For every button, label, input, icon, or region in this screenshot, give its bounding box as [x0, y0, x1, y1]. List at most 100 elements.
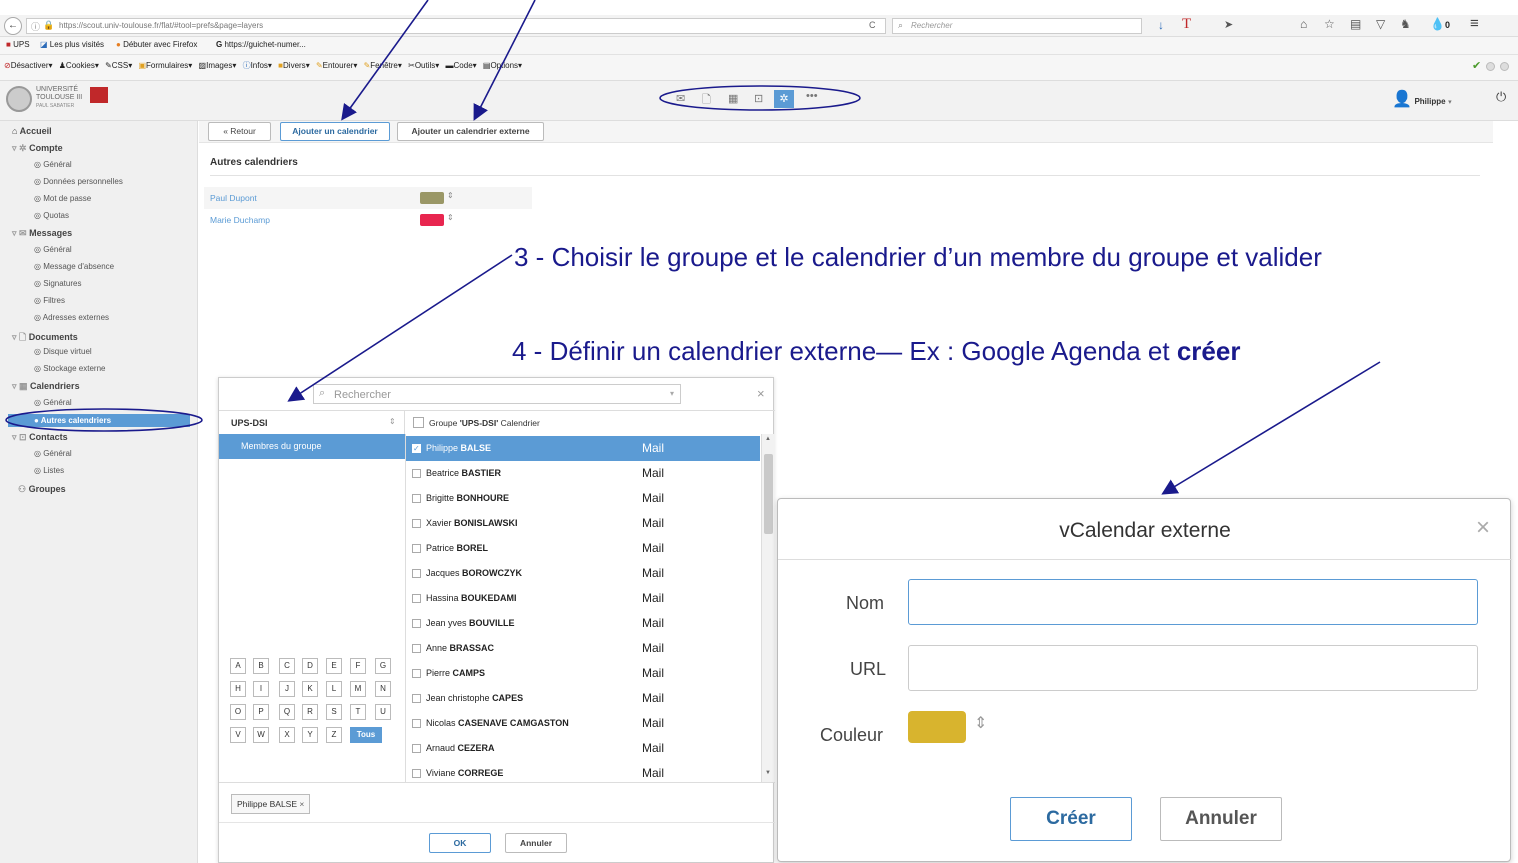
letter-filter-g[interactable]: G [375, 658, 391, 674]
sort-icon[interactable]: ⇕ [447, 191, 454, 200]
bookmark-most-visited[interactable]: ◪ Les plus visités [40, 40, 104, 49]
member-row[interactable]: Brigitte BONHOURE Mail [406, 486, 760, 511]
tool-infos[interactable]: ⓘInfos▾ [243, 61, 272, 70]
tool-cookies[interactable]: ♟Cookies▾ [59, 61, 99, 70]
letter-filter-y[interactable]: Y [302, 727, 318, 743]
letter-filter-i[interactable]: I [253, 681, 269, 697]
member-row[interactable]: Xavier BONISLAWSKI Mail [406, 511, 760, 536]
letter-filter-w[interactable]: W [253, 727, 269, 743]
group-members-item[interactable]: Membres du groupe [219, 434, 405, 459]
university-logo[interactable]: UNIVERSITÉ TOULOUSE III PAUL SABATIER [6, 84, 116, 114]
sidebar-item-quotas[interactable]: ◎ Quotas [34, 211, 69, 220]
tool-entourer[interactable]: ✎Entourer▾ [316, 61, 357, 70]
sidebar-item-disque-virtuel[interactable]: ◎ Disque virtuel [34, 347, 92, 356]
member-row[interactable]: Arnaud CEZERA Mail [406, 736, 760, 761]
sidebar-item-donnees[interactable]: ◎ Données personnelles [34, 177, 123, 186]
member-row[interactable]: Jean yves BOUVILLE Mail [406, 611, 760, 636]
sidebar-item-messages-general[interactable]: ◎ Général [34, 245, 72, 254]
ok-button[interactable]: OK [429, 833, 491, 853]
letter-filter-all[interactable]: Tous [350, 727, 382, 743]
member-checkbox[interactable] [412, 744, 421, 753]
member-checkbox[interactable] [412, 544, 421, 553]
tool-desactiver[interactable]: ⊘Désactiver▾ [4, 61, 53, 70]
add-calendar-button[interactable]: Ajouter un calendrier [280, 122, 390, 141]
scroll-down-icon[interactable]: ▼ [765, 770, 771, 776]
reload-icon[interactable]: C [869, 20, 876, 30]
letter-filter-f[interactable]: F [350, 658, 366, 674]
text-tool-icon[interactable]: T [1182, 16, 1191, 33]
letter-filter-d[interactable]: D [302, 658, 318, 674]
calendar-color-swatch[interactable] [420, 192, 444, 204]
url-field[interactable] [908, 645, 1478, 691]
tool-formulaires[interactable]: ▣Formulaires▾ [138, 61, 192, 70]
sidebar-item-adresses-externes[interactable]: ◎ Adresses externes [34, 313, 109, 322]
bookmark-guichet[interactable]: G https://guichet-numer... [216, 40, 306, 49]
bookmark-firefox[interactable]: ● Débuter avec Firefox [116, 40, 197, 49]
sidebar-item-stockage-externe[interactable]: ◎ Stockage externe [34, 364, 105, 373]
sidebar-item-compte-general[interactable]: ◎ Général [34, 160, 72, 169]
vcalendar-cancel-button[interactable]: Annuler [1160, 797, 1282, 841]
tool-outils[interactable]: ✂Outils▾ [408, 61, 439, 70]
scroll-thumb[interactable] [764, 454, 773, 534]
sidebar-item-contacts[interactable]: ▿ ⊡ Contacts [12, 432, 68, 443]
letter-filter-j[interactable]: J [279, 681, 295, 697]
tool-options[interactable]: ▤Options▾ [483, 61, 522, 70]
member-checkbox[interactable] [412, 494, 421, 503]
member-row[interactable]: Hassina BOUKEDAMI Mail [406, 586, 760, 611]
letter-filter-s[interactable]: S [326, 704, 342, 720]
back-button[interactable]: « Retour [208, 122, 271, 141]
member-checkbox[interactable] [412, 594, 421, 603]
close-icon[interactable]: × [757, 386, 765, 401]
sort-icon[interactable]: ⇕ [447, 213, 454, 222]
pocket-icon[interactable]: ▽ [1376, 17, 1385, 31]
send-icon[interactable]: ➤ [1224, 18, 1233, 31]
member-row[interactable]: Jean christophe CAPES Mail [406, 686, 760, 711]
member-checkbox[interactable] [412, 669, 421, 678]
letter-filter-z[interactable]: Z [326, 727, 342, 743]
scrollbar[interactable]: ▲ ▼ [761, 434, 775, 782]
sidebar-item-mot-de-passe[interactable]: ◎ Mot de passe [34, 194, 91, 203]
member-row[interactable]: Viviane CORREGE Mail [406, 761, 760, 786]
sidebar-item-calendriers-general[interactable]: ◎ Général [34, 398, 72, 407]
member-checkbox[interactable] [412, 619, 421, 628]
sidebar-item-accueil[interactable]: ⌂ Accueil [12, 126, 52, 136]
sidebar-item-autres-calendriers[interactable]: ● Autres calendriers [8, 414, 190, 427]
download-icon[interactable]: ↓ [1158, 18, 1164, 32]
letter-filter-m[interactable]: M [350, 681, 366, 697]
member-checkbox[interactable] [412, 769, 421, 778]
letter-filter-a[interactable]: A [230, 658, 246, 674]
name-field[interactable] [908, 579, 1478, 625]
letter-filter-e[interactable]: E [326, 658, 342, 674]
picker-cancel-button[interactable]: Annuler [505, 833, 567, 853]
letter-filter-k[interactable]: K [302, 681, 318, 697]
tool-code[interactable]: ▬Code▾ [446, 61, 477, 70]
group-checkbox[interactable] [413, 417, 424, 428]
back-button[interactable]: ← [4, 17, 22, 35]
calendar-app-icon[interactable]: ▦ [728, 92, 738, 105]
tool-css[interactable]: ✎CSS▾ [105, 61, 132, 70]
tool-fenetre[interactable]: ✎Fenêtre▾ [364, 61, 402, 70]
settings-app-icon[interactable]: ✲ [774, 90, 794, 108]
letter-filter-p[interactable]: P [253, 704, 269, 720]
member-checkbox[interactable]: ✓ [412, 444, 421, 453]
drop-icon[interactable]: 💧0 [1430, 17, 1450, 31]
group-select[interactable]: UPS-DSI ⇕ [219, 411, 405, 434]
member-row[interactable]: Jacques BOROWCZYK Mail [406, 561, 760, 586]
sidebar-item-filtres[interactable]: ◎ Filtres [34, 296, 65, 305]
menu-icon[interactable]: ≡ [1470, 15, 1479, 32]
letter-filter-r[interactable]: R [302, 704, 318, 720]
letter-filter-n[interactable]: N [375, 681, 391, 697]
picker-search-input[interactable]: ⌕ Rechercher ▾ [313, 384, 681, 404]
power-icon[interactable]: ⏻ [1496, 89, 1506, 105]
letter-filter-o[interactable]: O [230, 704, 246, 720]
sidebar-item-absence[interactable]: ◎ Message d'absence [34, 262, 114, 271]
calendar-row[interactable]: Marie Duchamp ⇕ [204, 209, 532, 231]
group-header-row[interactable]: Groupe 'UPS-DSI' Calendrier [407, 411, 775, 434]
sidebar-item-contacts-general[interactable]: ◎ Général [34, 449, 72, 458]
letter-filter-x[interactable]: X [279, 727, 295, 743]
letter-filter-u[interactable]: U [375, 704, 391, 720]
url-bar[interactable]: ⓘ 🔒 https://scout.univ-toulouse.fr/flat/… [26, 18, 886, 34]
user-menu[interactable]: 👤 Philippe ▾ [1392, 89, 1452, 109]
member-row[interactable]: Pierre CAMPS Mail [406, 661, 760, 686]
search-bar[interactable]: ⌕ Rechercher [892, 18, 1142, 34]
